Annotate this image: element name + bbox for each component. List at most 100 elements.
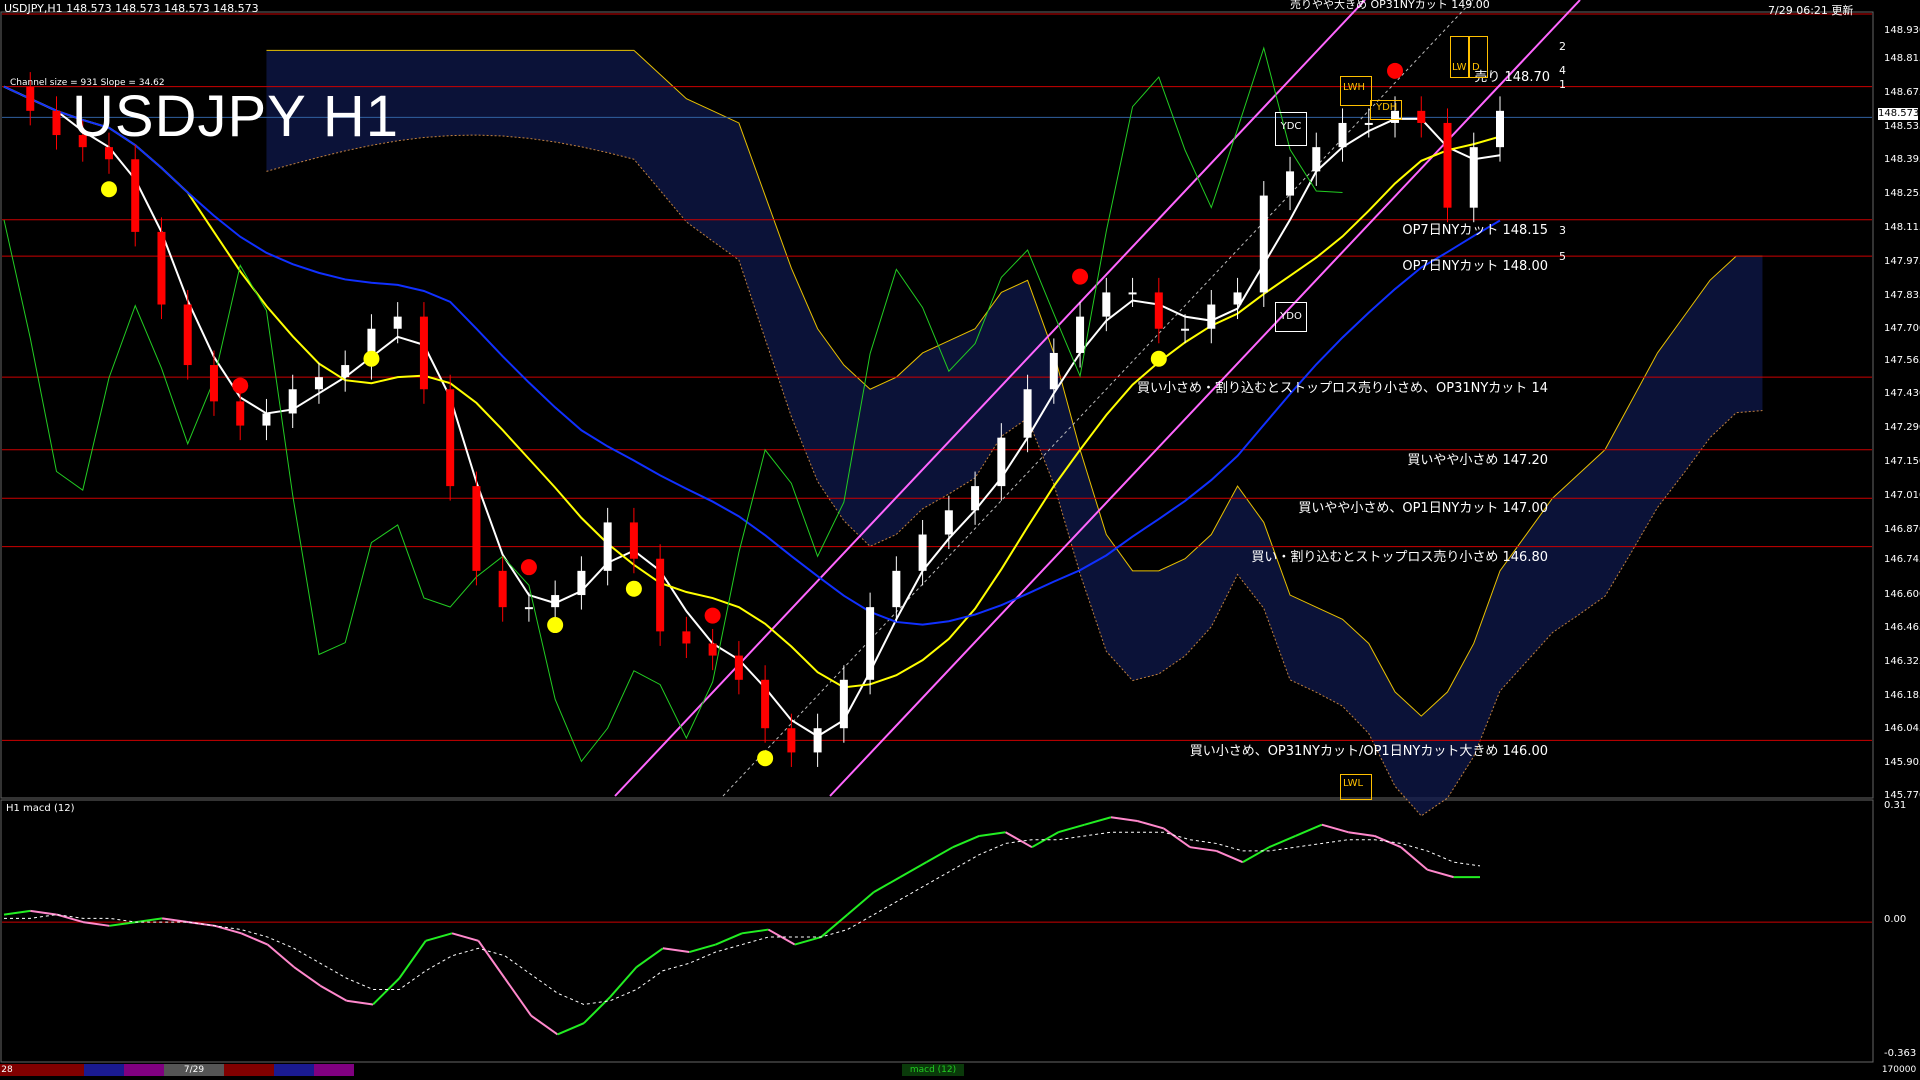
macd-segment bbox=[1084, 816, 1112, 826]
timeline-seg bbox=[14, 1064, 84, 1076]
channel-number-5: 5 bbox=[1559, 250, 1566, 263]
price-tick: 146.465 bbox=[1884, 621, 1920, 633]
macd-segment bbox=[214, 924, 242, 935]
price-tick: 148.535 bbox=[1884, 120, 1920, 132]
macd-segment bbox=[30, 909, 57, 916]
macd-segment bbox=[794, 936, 822, 946]
price-tick: 146.745 bbox=[1884, 553, 1920, 565]
price-tick: 148.815 bbox=[1884, 52, 1920, 64]
macd-segment bbox=[741, 928, 769, 935]
timeline-macd-label[interactable]: macd (12) bbox=[902, 1064, 964, 1076]
price-tick: 147.430 bbox=[1884, 388, 1920, 400]
price-tick: 147.150 bbox=[1884, 455, 1920, 467]
sell-signal-icon bbox=[1072, 268, 1089, 285]
candle-body bbox=[603, 522, 612, 571]
ydc-box[interactable]: YDC bbox=[1275, 112, 1307, 146]
price-tick: 147.835 bbox=[1884, 290, 1920, 302]
sell-signal-icon bbox=[232, 377, 249, 394]
macd-segment bbox=[1348, 831, 1375, 837]
candle-body bbox=[1417, 110, 1426, 123]
candle-body bbox=[813, 728, 822, 753]
candle-body bbox=[708, 643, 717, 656]
price-tick: 147.975 bbox=[1884, 256, 1920, 268]
price-tick: 148.675 bbox=[1884, 86, 1920, 98]
candle-body bbox=[1259, 195, 1268, 293]
macd-segment bbox=[1163, 827, 1191, 849]
candle-body bbox=[236, 401, 245, 426]
price-tick: 145.905 bbox=[1884, 757, 1920, 769]
candle-body bbox=[1312, 147, 1321, 172]
macd-segment bbox=[820, 913, 849, 938]
candle-body bbox=[52, 110, 61, 136]
macd-segment bbox=[1137, 820, 1164, 830]
level-label-146-00: 買い小さめ、OP31NYカット/OP1日NYカット大きめ 146.00 bbox=[1189, 744, 1548, 759]
macd-lines bbox=[2, 816, 1872, 1036]
macd-segment bbox=[503, 977, 532, 1017]
channel-number-2: 2 bbox=[1559, 40, 1566, 53]
sell-signal-icon bbox=[704, 607, 721, 624]
macd-segment bbox=[557, 1022, 585, 1036]
buy-signal-icon bbox=[1150, 350, 1167, 367]
macd-panel-frame bbox=[0, 799, 1874, 1063]
macd-segment bbox=[1400, 846, 1428, 871]
candle-body bbox=[131, 159, 140, 232]
candle-body bbox=[393, 316, 402, 329]
candle-body bbox=[262, 413, 271, 426]
timeline-bar[interactable]: 28 7/29 macd (12) 170000 bbox=[0, 1064, 1920, 1076]
candle-body bbox=[472, 486, 481, 571]
candle-body bbox=[1128, 292, 1137, 295]
ydo-box[interactable]: YDO bbox=[1275, 302, 1307, 332]
candle-body bbox=[1286, 171, 1295, 196]
macd-segment bbox=[372, 977, 401, 1006]
chart-canvas bbox=[0, 0, 1874, 1063]
cloud-area bbox=[266, 50, 1763, 816]
price-tick: 147.565 bbox=[1884, 355, 1920, 367]
macd-segment bbox=[293, 966, 321, 987]
candle-body bbox=[577, 570, 586, 596]
macd-segment bbox=[952, 835, 980, 849]
candle-body bbox=[341, 365, 350, 378]
level-label-147-00: 買いやや小さめ、OP1日NYカット 147.00 bbox=[1298, 501, 1548, 516]
macd-segment bbox=[425, 932, 453, 942]
candle-body bbox=[1496, 110, 1504, 148]
price-tick: 146.045 bbox=[1884, 723, 1920, 735]
macd-segment bbox=[398, 940, 427, 979]
macd-segment bbox=[319, 984, 348, 1002]
macd-segment bbox=[1427, 868, 1454, 879]
macd-segment bbox=[609, 966, 638, 998]
macd-panel-title: H1 macd (12) bbox=[6, 803, 75, 814]
timeline-label-7-29: 7/29 bbox=[164, 1064, 224, 1076]
candle-body bbox=[1338, 122, 1347, 148]
lwh-label: LWH bbox=[1343, 82, 1366, 93]
candle-body bbox=[1154, 292, 1163, 329]
buy-signal-icon bbox=[625, 580, 642, 597]
buy-signal-icon bbox=[100, 181, 117, 198]
macd-segment bbox=[162, 917, 189, 924]
candle-body bbox=[892, 570, 901, 608]
candle-body bbox=[446, 389, 455, 487]
candle-body bbox=[498, 570, 507, 608]
macd-segment bbox=[1268, 835, 1296, 849]
price-tick: 147.700 bbox=[1884, 322, 1920, 334]
price-tick: 148.930 bbox=[1884, 24, 1920, 36]
macd-segment bbox=[346, 999, 374, 1006]
symbol-header: USDJPY,H1 148.573 148.573 148.573 148.57… bbox=[4, 2, 259, 15]
candle-body bbox=[918, 534, 927, 571]
macd-segment bbox=[477, 940, 506, 979]
ydh-label: YDH bbox=[1376, 102, 1398, 113]
macd-segment bbox=[266, 943, 295, 968]
moving-averages bbox=[3, 46, 1501, 763]
macd-segment bbox=[635, 947, 664, 968]
candle-body bbox=[1364, 122, 1373, 125]
macd-segment bbox=[926, 846, 954, 864]
timeline-label-28: 28 bbox=[0, 1064, 14, 1076]
candle-body bbox=[839, 679, 848, 729]
candle-body bbox=[1207, 304, 1216, 329]
timeline-seg bbox=[84, 1064, 124, 1076]
macd-segment bbox=[109, 921, 136, 927]
macd-segment bbox=[1321, 823, 1349, 834]
timeline-right-value: 170000 bbox=[1880, 1064, 1918, 1076]
candle-body bbox=[157, 231, 166, 305]
level-label-147-20: 買いやや小さめ 147.20 bbox=[1407, 453, 1548, 468]
update-timestamp: 7/29 06:21 更新 bbox=[1768, 4, 1854, 17]
